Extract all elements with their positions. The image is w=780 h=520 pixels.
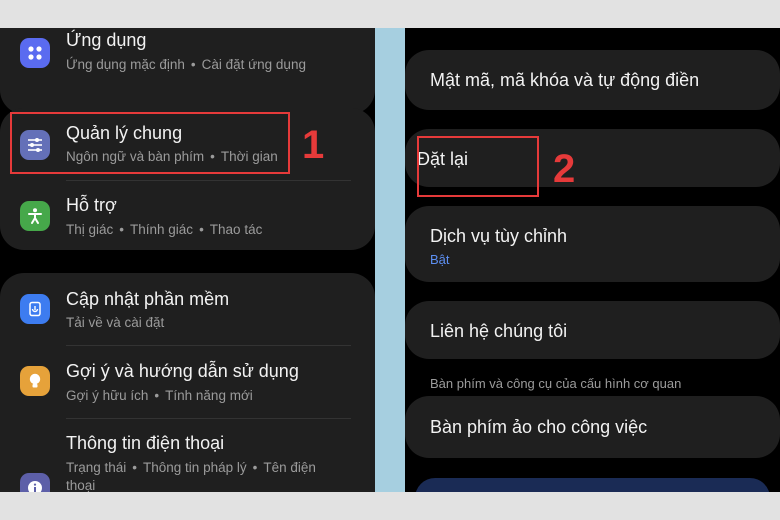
step-number-2: 2 [553, 147, 576, 191]
section-header: Bàn phím và công cụ của cấu hình cơ quan [430, 376, 682, 391]
settings-item-title: Bàn phím ảo cho công việc [430, 417, 648, 437]
settings-item-apps[interactable]: Ứng dụng Ứng dụng mặc định • Cài đặt ứng d… [0, 28, 375, 108]
settings-item-subtitle: Ứng dụng mặc định • Cài đặt ứng dụng [66, 57, 306, 72]
settings-item-subtitle: Thị giác • Thính giác • Thao tác [66, 222, 263, 237]
card-about: Cập nhật phần mềm Tải về và cài đặt Gợi … [0, 273, 375, 492]
lightbulb-icon [20, 366, 50, 396]
settings-item-software-update[interactable]: Cập nhật phần mềm Tải về và cài đặt [0, 273, 375, 345]
accessibility-icon [20, 201, 50, 231]
settings-right-panel: Mật mã, mã khóa và tự động điền Đặt lại … [405, 28, 780, 492]
settings-item-subtitle: Gợi ý hữu ích • Tính năng mới [66, 388, 253, 403]
info-icon [20, 473, 50, 492]
panel-divider [375, 28, 405, 492]
settings-item-title: Ứng dụng [66, 30, 147, 50]
settings-item-title: Hỗ trợ [66, 195, 117, 215]
highlight-box-step-2 [417, 136, 539, 197]
highlight-box-step-1 [10, 112, 290, 174]
settings-item-about-phone[interactable]: Thông tin điện thoại Trạng thái • Thông ti… [0, 419, 375, 492]
card-partial [415, 478, 770, 492]
settings-item-customization-service[interactable]: Dịch vụ tùy chỉnh Bật [405, 206, 780, 282]
settings-item-accessibility[interactable]: Hỗ trợ Thị giác • Thính giác • Thao tác [0, 181, 375, 250]
software-update-icon [20, 294, 50, 324]
step-number-1: 1 [302, 123, 325, 167]
settings-item-title: Cập nhật phần mềm [66, 289, 230, 309]
settings-item-status: Bật [430, 252, 450, 267]
card-apps: Ứng dụng Ứng dụng mặc định • Cài đặt ứng d… [0, 28, 375, 114]
settings-item-title: Mật mã, mã khóa và tự động điền [430, 70, 700, 90]
settings-item-title: Dịch vụ tùy chỉnh [430, 226, 568, 246]
settings-item-subtitle: Trạng thái • Thông tin pháp lý • Tên điện th… [66, 460, 316, 492]
settings-item-work-keyboard[interactable]: Bàn phím ảo cho công việc [405, 396, 780, 458]
settings-item-contact-us[interactable]: Liên hệ chúng tôi [405, 301, 780, 359]
settings-item-tips[interactable]: Gợi ý và hướng dẫn sử dụng Gợi ý hữu ích… [0, 346, 375, 418]
settings-left-panel: Ứng dụng Ứng dụng mặc định • Cài đặt ứng d… [0, 28, 375, 492]
settings-item-subtitle: Tải về và cài đặt [66, 315, 165, 330]
settings-item-passwords-autofill[interactable]: Mật mã, mã khóa và tự động điền [405, 50, 780, 110]
settings-item-title: Thông tin điện thoại [66, 433, 225, 453]
settings-item-title: Liên hệ chúng tôi [430, 321, 568, 341]
apps-grid-icon [20, 38, 50, 68]
settings-item-title: Gợi ý và hướng dẫn sử dụng [66, 361, 299, 381]
